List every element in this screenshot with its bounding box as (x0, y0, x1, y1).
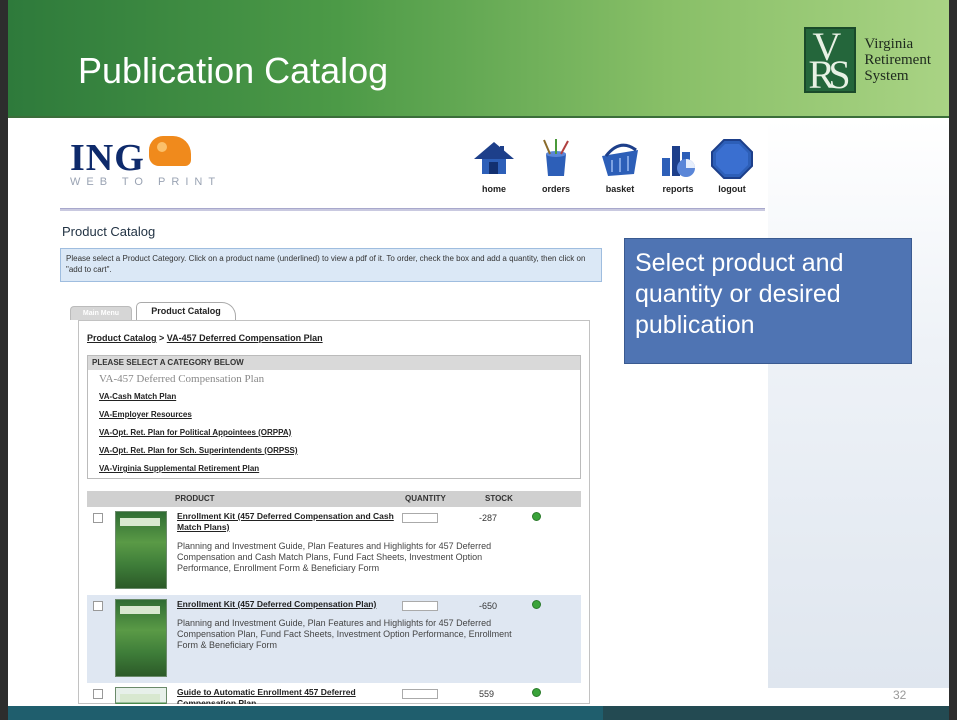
category-list-header: PLEASE SELECT A CATEGORY BELOW (88, 356, 580, 370)
table-row: Guide to Automatic Enrollment 457 Deferr… (87, 683, 581, 704)
product-description: Planning and Investment Guide, Plan Feat… (177, 541, 492, 573)
product-name-link[interactable]: Enrollment Kit (457 Deferred Compensatio… (177, 511, 397, 533)
column-header-product: PRODUCT (175, 494, 215, 503)
column-header-stock: STOCK (485, 494, 513, 503)
catalog-panel: Product Catalog > VA-457 Deferred Compen… (78, 320, 590, 704)
table-row: Enrollment Kit (457 Deferred Compensatio… (87, 507, 581, 595)
quantity-input[interactable] (402, 601, 438, 611)
category-link[interactable]: VA-Employer Resources (88, 406, 580, 424)
category-link[interactable]: VA-Cash Match Plan (88, 388, 580, 406)
product-table-header: PRODUCT QUANTITY STOCK (87, 491, 581, 507)
product-thumbnail (115, 687, 167, 704)
reports-icon (656, 136, 700, 182)
nav-logout[interactable]: logout (710, 136, 754, 194)
ing-web-to-print-screenshot: ING WEB TO PRINT home orders basket repo… (40, 128, 768, 704)
product-info: Enrollment Kit (457 Deferred Compensatio… (177, 595, 512, 683)
in-stock-check-icon (532, 600, 541, 609)
nav-basket[interactable]: basket (598, 136, 642, 194)
nav-home[interactable]: home (472, 136, 516, 194)
breadcrumb-root-link[interactable]: Product Catalog (87, 333, 157, 343)
page-title: Product Catalog (62, 224, 156, 239)
house-icon (472, 136, 516, 182)
footer-bar-left (8, 706, 603, 720)
in-stock-check-icon (532, 688, 541, 697)
slide-title: Publication Catalog (78, 50, 389, 91)
tab-main-menu[interactable]: Main Menu (70, 306, 132, 320)
orders-icon (534, 136, 578, 182)
ing-wordmark: ING (70, 137, 145, 179)
product-table: PRODUCT QUANTITY STOCK Enrollment Kit (4… (87, 491, 581, 704)
vrs-logo-text: Virginia Retirement System (864, 36, 931, 84)
product-thumbnail (115, 511, 167, 589)
column-header-quantity: QUANTITY (405, 494, 446, 503)
category-link[interactable]: VA-Opt. Ret. Plan for Political Appointe… (88, 424, 580, 442)
header-divider (60, 208, 765, 211)
category-link[interactable]: VA-Virginia Supplemental Retirement Plan (88, 460, 580, 478)
vrs-logo-mark: V R S (804, 27, 857, 95)
stock-value: -287 (479, 513, 498, 523)
callout-box: Select product and quantity or desired p… (624, 238, 912, 364)
quantity-input[interactable] (402, 513, 438, 523)
ing-tagline: WEB TO PRINT (70, 176, 222, 188)
ing-logo[interactable]: ING WEB TO PRINT (70, 136, 221, 188)
product-thumbnail (115, 599, 167, 677)
breadcrumb-current-link[interactable]: VA-457 Deferred Compensation Plan (167, 333, 323, 343)
tab-bar: Main Menu Product Catalog (70, 302, 236, 320)
stock-value: 559 (479, 689, 495, 699)
product-description: Planning and Investment Guide, Plan Feat… (177, 618, 512, 650)
slide-page-number: 32 (893, 688, 907, 702)
slide-title-bar: Publication Catalog V R S Virginia Retir… (8, 0, 949, 118)
tab-product-catalog[interactable]: Product Catalog (136, 302, 236, 320)
product-info: Enrollment Kit (457 Deferred Compensatio… (177, 507, 512, 595)
product-name-link[interactable]: Guide to Automatic Enrollment 457 Deferr… (177, 687, 397, 704)
instructions-box: Please select a Product Category. Click … (60, 248, 602, 282)
stock-value: -650 (479, 601, 498, 611)
product-info: Guide to Automatic Enrollment 457 Deferr… (177, 683, 512, 704)
stop-sign-icon (710, 136, 754, 182)
slide-side-panel (768, 120, 949, 688)
table-row: Enrollment Kit (457 Deferred Compensatio… (87, 595, 581, 683)
breadcrumb: Product Catalog > VA-457 Deferred Compen… (87, 333, 323, 343)
product-name-link[interactable]: Enrollment Kit (457 Deferred Compensatio… (177, 599, 397, 610)
lion-icon (148, 136, 191, 166)
category-list: PLEASE SELECT A CATEGORY BELOW VA-457 De… (87, 355, 581, 479)
vrs-logo: V R S Virginia Retirement System (804, 27, 931, 95)
basket-icon (598, 136, 642, 182)
product-checkbox[interactable] (93, 601, 103, 611)
nav-reports[interactable]: reports (656, 136, 700, 194)
selected-category: VA-457 Deferred Compensation Plan (99, 373, 265, 385)
in-stock-check-icon (532, 512, 541, 521)
nav-orders[interactable]: orders (534, 136, 578, 194)
category-link[interactable]: VA-Opt. Ret. Plan for Sch. Superintenden… (88, 442, 580, 460)
quantity-input[interactable] (402, 689, 438, 699)
product-checkbox[interactable] (93, 513, 103, 523)
product-checkbox[interactable] (93, 689, 103, 699)
footer-bar-right (603, 706, 949, 720)
breadcrumb-separator: > (156, 333, 167, 343)
